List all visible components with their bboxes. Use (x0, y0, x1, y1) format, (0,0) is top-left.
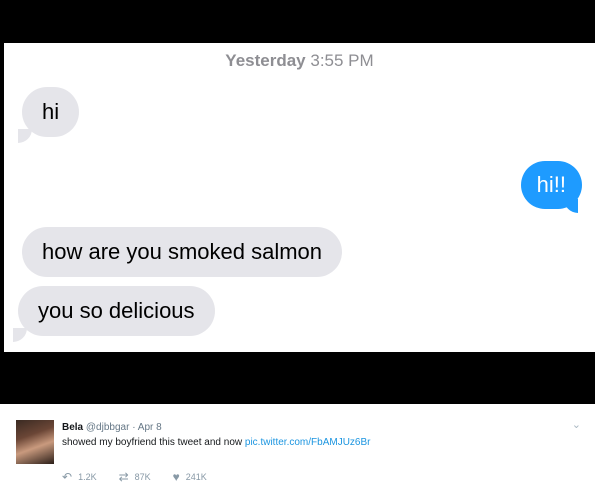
reply-icon: ↶ (62, 470, 73, 484)
tweet-actions: ↶ 1.2K ⇄ 87K ♥ 241K (62, 470, 207, 484)
tweet-link[interactable]: pic.twitter.com/FbAMJUz6Br (245, 437, 371, 448)
timestamp-time: 3:55 PM (310, 51, 374, 70)
outgoing-message: hi!! (520, 161, 582, 209)
bubble-tail (13, 328, 27, 342)
incoming-message: how are you smoked salmon (22, 227, 343, 277)
tweet-date[interactable]: Apr 8 (138, 422, 162, 433)
retweet-count: 87K (134, 472, 151, 482)
like-count: 241K (185, 472, 207, 482)
tweet-header: Bela @djbbgar · Apr 8 (62, 422, 162, 433)
retweet-button[interactable]: ⇄ 87K (119, 470, 151, 484)
tweet-body: showed my boyfriend this tweet and now (62, 437, 245, 448)
message-timestamp: Yesterday 3:55 PM (4, 51, 595, 71)
tweet-author-name[interactable]: Bela (62, 422, 83, 433)
like-button[interactable]: ♥ 241K (173, 470, 207, 484)
heart-icon: ♥ (172, 470, 180, 484)
retweet-icon: ⇄ (118, 470, 129, 484)
reply-button[interactable]: ↶ 1.2K (62, 470, 97, 484)
reply-count: 1.2K (78, 472, 97, 482)
tweet-text: showed my boyfriend this tweet and now p… (62, 437, 370, 448)
incoming-message: hi (22, 87, 80, 137)
tweet-card[interactable]: Bela @djbbgar · Apr 8 ⌄ showed my boyfri… (0, 404, 595, 494)
message-screenshot: Yesterday 3:55 PM hi hi!! how are you sm… (4, 43, 595, 352)
timestamp-day: Yesterday (225, 51, 306, 70)
chevron-down-icon[interactable]: ⌄ (572, 418, 581, 431)
separator: · (132, 422, 136, 433)
avatar[interactable] (16, 420, 54, 464)
incoming-message: you so delicious (18, 286, 215, 336)
tweet-author-handle[interactable]: @djbbgar (86, 422, 130, 433)
